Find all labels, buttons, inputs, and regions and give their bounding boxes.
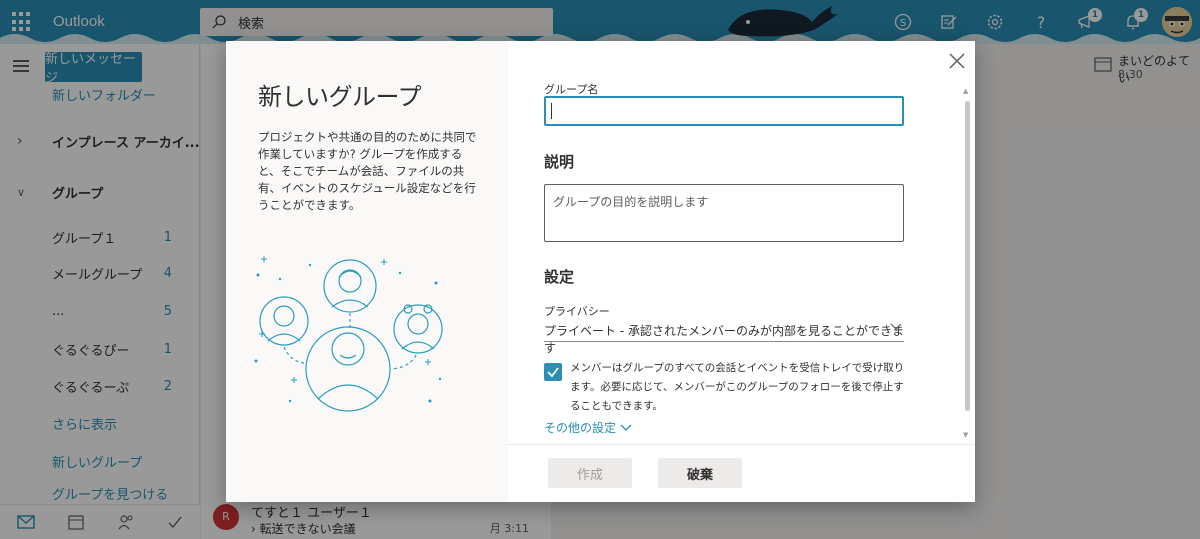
scroll-down-arrow-icon[interactable]: ▼: [963, 431, 968, 439]
privacy-label: プライバシー: [544, 305, 610, 318]
dialog-footer-divider: [508, 444, 975, 445]
subscribe-members-label: メンバーはグループのすべての会話とイベントを受信トレイで受け取ります。必要に応じ…: [570, 362, 905, 412]
settings-header: 設定: [544, 268, 575, 286]
dialog-description: プロジェクトや共通の目的のために共同で作業していますか? グループを作成すると、…: [258, 130, 477, 212]
privacy-dropdown[interactable]: プライベート - 承認されたメンバーのみが内部を見ることができます: [544, 320, 904, 355]
discard-button[interactable]: 破棄: [658, 458, 742, 488]
more-settings-link[interactable]: その他の設定: [544, 419, 632, 436]
description-textarea[interactable]: グループの目的を説明します: [544, 184, 904, 242]
description-placeholder: グループの目的を説明します: [553, 195, 709, 209]
checkmark-icon: [547, 367, 559, 378]
dialog-form-panel: グループ名 説明 グループの目的を説明します 設定 プライバシー プライベート …: [508, 41, 975, 502]
description-header: 説明: [544, 153, 575, 171]
close-icon[interactable]: [947, 51, 967, 71]
dialog-title: 新しいグループ: [258, 83, 422, 111]
group-people-illustration: [254, 256, 443, 412]
dialog-info-panel: 新しいグループ プロジェクトや共通の目的のために共同で作業していますか? グルー…: [226, 41, 508, 502]
create-button[interactable]: 作成: [548, 458, 632, 488]
group-name-input[interactable]: [544, 96, 904, 126]
new-group-dialog: 新しいグループ プロジェクトや共通の目的のために共同で作業していますか? グルー…: [226, 41, 975, 502]
chevron-down-icon: [890, 323, 902, 330]
subscribe-members-checkbox[interactable]: [544, 363, 562, 381]
scrollbar-thumb[interactable]: [965, 101, 970, 411]
privacy-selected-value: プライベート - 承認されたメンバーのみが内部を見ることができます: [544, 324, 904, 355]
more-settings-label: その他の設定: [544, 421, 617, 435]
group-name-label: グループ名: [544, 83, 599, 96]
chevron-down-icon: [620, 424, 632, 431]
dialog-scrollbar[interactable]: [963, 101, 971, 421]
text-caret: [551, 103, 552, 119]
scroll-up-arrow-icon[interactable]: ▲: [963, 87, 968, 95]
